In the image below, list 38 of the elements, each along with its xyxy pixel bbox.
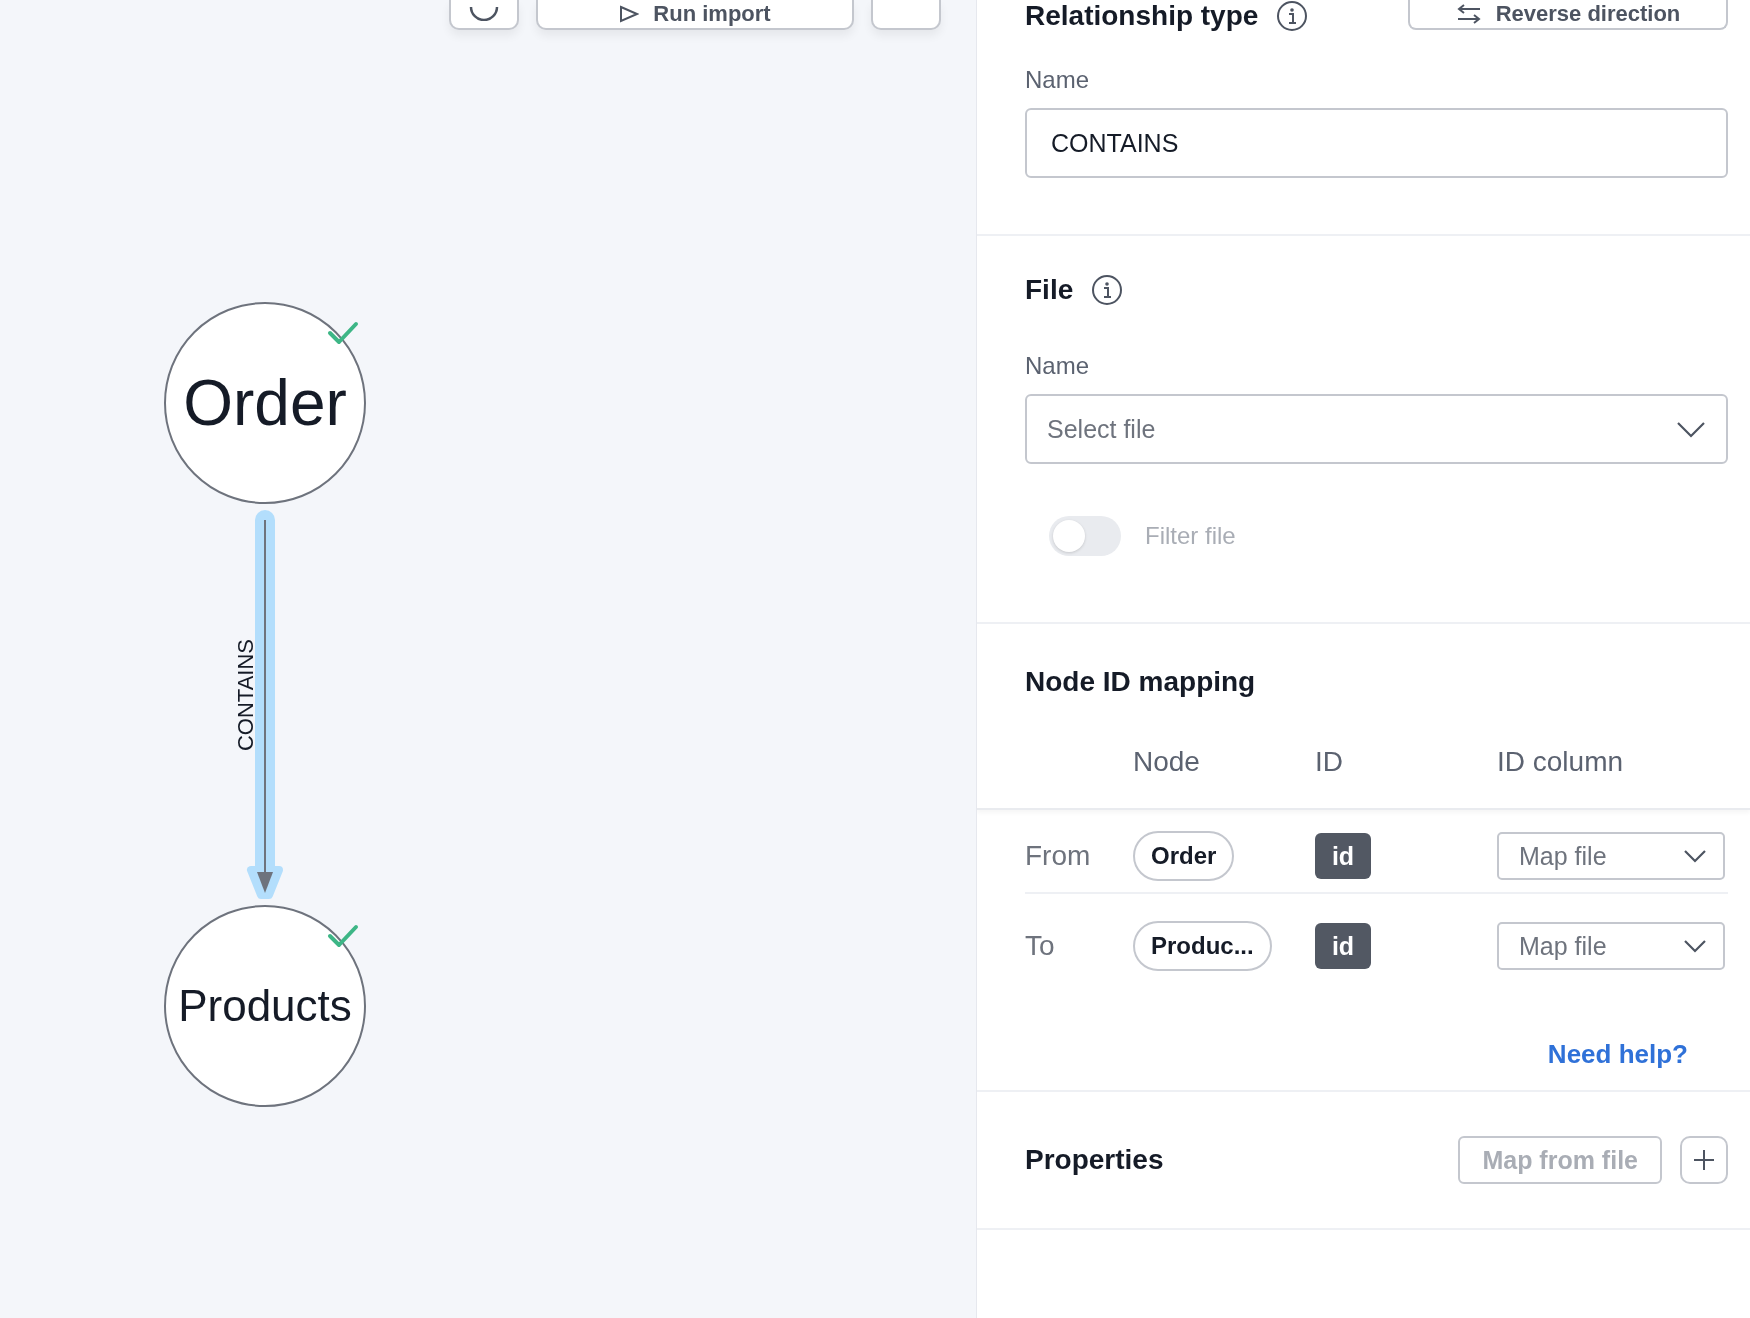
id-badge: id (1315, 833, 1371, 879)
chevron-down-icon (1676, 420, 1706, 438)
edge-label: CONTAINS (233, 639, 258, 751)
field-label: Name (1025, 352, 1091, 380)
node-chip[interactable]: Order (1133, 831, 1235, 881)
node-circle[interactable] (164, 302, 366, 504)
info-icon[interactable] (1091, 274, 1124, 306)
chevron-down-icon (1683, 849, 1707, 863)
chevron-down-icon (1683, 939, 1707, 953)
run-import-button[interactable]: Run import (536, 0, 854, 30)
column-select[interactable]: Map file (1497, 832, 1725, 880)
row-label: To (1025, 930, 1056, 962)
node-label: Order (183, 367, 347, 439)
play-icon (619, 5, 640, 23)
toggle-label: Filter file (1145, 522, 1236, 550)
section-title: Node ID mapping (1025, 666, 1257, 698)
help-link[interactable]: Need help? (1547, 1039, 1688, 1070)
section-title: Relationship type (1025, 0, 1259, 32)
section-title: File (1025, 274, 1074, 306)
node-circle[interactable] (164, 905, 366, 1107)
reverse-direction-button[interactable]: Reverse direction (1408, 0, 1728, 30)
id-badge: id (1315, 923, 1371, 969)
field-label: Name (1025, 66, 1091, 94)
column-select[interactable]: Map file (1497, 922, 1725, 970)
column-header: ID (1315, 746, 1344, 778)
add-button[interactable] (1680, 1136, 1728, 1184)
node-chip[interactable]: Produc... (1133, 921, 1272, 971)
file-select[interactable]: Select file (1025, 394, 1728, 464)
name-input[interactable]: CONTAINS (1025, 108, 1728, 178)
node-label: Products (178, 981, 352, 1030)
column-header: Node (1133, 746, 1201, 778)
info-icon[interactable] (1276, 0, 1309, 32)
plus-icon (1693, 1149, 1715, 1171)
row-label: From (1025, 840, 1092, 872)
column-header: ID column (1497, 746, 1625, 778)
icon-button[interactable] (449, 0, 519, 30)
section-title: Properties (1025, 1144, 1164, 1176)
swap-arrows-icon (1455, 4, 1482, 24)
